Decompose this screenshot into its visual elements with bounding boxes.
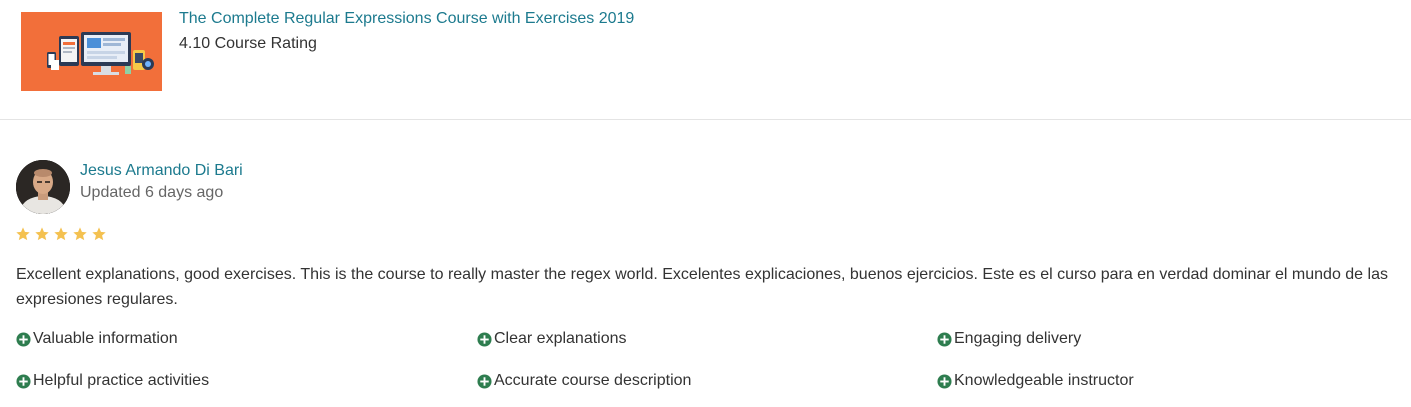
course-thumbnail[interactable] (21, 12, 162, 91)
review-tag-label: Valuable information (33, 330, 178, 347)
review-tag: Valuable information (16, 330, 178, 348)
plus-circle-icon (937, 373, 952, 389)
review-tag: Helpful practice activities (16, 372, 209, 390)
review-tag: Accurate course description (477, 372, 691, 390)
plus-circle-icon (16, 331, 31, 347)
review-tag: Clear explanations (477, 330, 627, 348)
plus-circle-icon (937, 331, 952, 347)
reviewer-name-link[interactable]: Jesus Armando Di Bari (80, 162, 243, 180)
course-title-link[interactable]: The Complete Regular Expressions Course … (179, 10, 634, 28)
plus-circle-icon (477, 331, 492, 347)
review-tag: Knowledgeable instructor (937, 372, 1134, 390)
star-icon (16, 227, 30, 241)
star-icon (73, 227, 87, 241)
plus-circle-icon (477, 373, 492, 389)
star-icon (54, 227, 68, 241)
person-photo-icon (16, 160, 70, 214)
review-body: Excellent explanations, good exercises. … (16, 266, 1388, 308)
review-tag-label: Accurate course description (494, 372, 692, 389)
course-card: The Complete Regular Expressions Course … (0, 0, 1411, 120)
review-tag-label: Helpful practice activities (33, 372, 210, 389)
reviewer-avatar[interactable] (16, 160, 70, 214)
course-rating: 4.10 Course Rating (179, 35, 317, 52)
star-icon (35, 227, 49, 241)
review-timestamp: Updated 6 days ago (80, 184, 224, 201)
star-icon (92, 227, 106, 241)
review-tag-label: Engaging delivery (954, 330, 1082, 347)
review-tag-label: Knowledgeable instructor (954, 372, 1134, 389)
review-tag: Engaging delivery (937, 330, 1081, 348)
plus-circle-icon (16, 373, 31, 389)
devices-illustration-icon (21, 12, 162, 91)
star-rating (15, 226, 107, 242)
review-tag-label: Clear explanations (494, 330, 627, 347)
